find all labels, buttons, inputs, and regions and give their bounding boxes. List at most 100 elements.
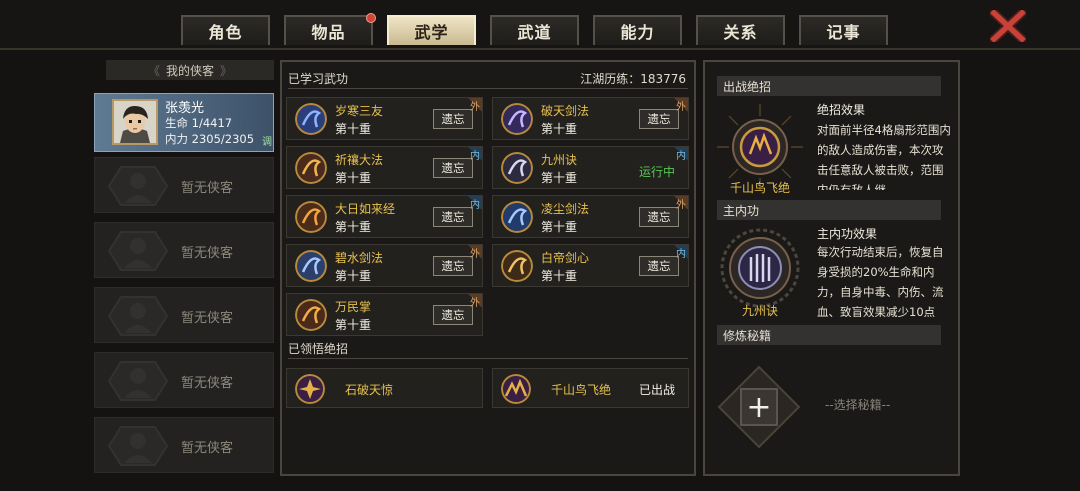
skill-name: 凌尘剑法 — [541, 202, 590, 216]
tab-label: 角色 — [208, 23, 243, 42]
forget-button[interactable]: 遗忘 — [433, 109, 473, 129]
empty-hero-label: 暂无侠客 — [181, 181, 234, 196]
skill-type-tag: 内 — [468, 196, 482, 211]
avatar — [112, 99, 158, 145]
tab-martial-way[interactable]: 武道 — [490, 15, 579, 45]
tab-items[interactable]: 物品 — [284, 13, 376, 45]
skill-level: 第十重 — [541, 171, 578, 185]
adjust-button[interactable]: 调 — [262, 133, 272, 148]
skill-card[interactable]: 破天剑法第十重 遗忘外 — [492, 97, 689, 140]
tab-character[interactable]: 角色 — [181, 15, 270, 45]
cultivation-manual-header: 修炼秘籍 — [717, 325, 941, 345]
close-icon[interactable] — [990, 10, 1026, 42]
skill-level: 第十重 — [335, 122, 372, 136]
plus-icon: + — [746, 390, 771, 425]
qianshanniaofeijue-icon — [501, 374, 531, 404]
ultimate-name: 石破天惊 — [345, 383, 394, 397]
ultimate-name: 千山鸟飞绝 — [551, 383, 612, 397]
ultimate-card[interactable]: 千山鸟飞绝 已出战 — [492, 368, 689, 408]
skill-level: 第十重 — [335, 220, 372, 234]
forget-button[interactable]: 遗忘 — [639, 256, 679, 276]
forget-button[interactable]: 遗忘 — [433, 207, 473, 227]
ultimate-effect-text: 对面前半径4格扇形范围内的敌人造成伤害，本次攻击任意敌人被击败，范围内仍有敌人继 — [817, 123, 951, 190]
skill-name: 祈禳大法 — [335, 153, 384, 167]
skill-name: 九州诀 — [541, 153, 578, 167]
choose-manual-label[interactable]: --选择秘籍-- — [825, 396, 890, 413]
skill-card[interactable]: 九州诀 第十重 运行中 内 — [492, 146, 689, 189]
tab-label: 记事 — [826, 23, 861, 42]
martial-arts-panel: 已学习武功 江湖历练：183776 岁寒三友 第十重 遗忘外破天剑法 第十重 遗忘外祈禳… — [280, 60, 696, 476]
tab-journal[interactable]: 记事 — [799, 15, 888, 45]
skill-level: 第十重 — [335, 171, 372, 185]
forget-button[interactable]: 遗忘 — [433, 256, 473, 276]
skill-icon — [501, 103, 533, 135]
empty-hero-label: 暂无侠客 — [181, 441, 234, 456]
my-heroes-header: 《 我的侠客 》 — [106, 60, 274, 80]
empty-hero-label: 暂无侠客 — [181, 376, 234, 391]
jianghu-experience: 江湖历练：183776 — [580, 72, 686, 86]
empty-hero-silhouette-icon — [107, 166, 169, 206]
empty-hero-silhouette-icon — [107, 296, 169, 336]
tab-label: 武学 — [414, 23, 449, 42]
forget-button[interactable]: 遗忘 — [433, 158, 473, 178]
forget-button[interactable]: 遗忘 — [639, 207, 679, 227]
empty-hero-label: 暂无侠客 — [181, 246, 234, 261]
empty-hero-slot[interactable]: 暂无侠客 — [94, 417, 274, 473]
empty-hero-slot[interactable]: 暂无侠客 — [94, 157, 274, 213]
skill-card[interactable]: 祈禳大法第十重 遗忘内 — [286, 146, 483, 189]
equipped-panel: 出战绝招 千山鸟飞绝 绝招效果 对面前半径4格扇形范围内的敌人造成伤害，本次攻击… — [703, 60, 960, 476]
empty-hero-label: 暂无侠客 — [181, 311, 234, 326]
tab-label: 物品 — [311, 23, 346, 42]
skill-name: 破天剑法 — [541, 104, 590, 118]
skill-level: 第十重 — [335, 269, 372, 283]
empty-hero-slot[interactable]: 暂无侠客 — [94, 222, 274, 278]
skill-level: 第十重 — [541, 220, 578, 234]
my-heroes-label: 我的侠客 — [165, 63, 214, 78]
skill-icon — [295, 299, 327, 331]
ultimate-card[interactable]: 石破天惊 — [286, 368, 483, 408]
skill-icon — [501, 152, 533, 184]
forget-button[interactable]: 遗忘 — [639, 109, 679, 129]
tab-relations[interactable]: 关系 — [696, 15, 785, 45]
skill-card[interactable]: 碧水剑法 第十重 遗忘外 — [286, 244, 483, 287]
skill-type-tag: 外 — [468, 98, 482, 113]
inner-effect-text: 每次行动结束后，恢复自身受损的20%生命和内力，自身中毒、内伤、流血、致盲效果减… — [817, 245, 944, 317]
skill-type-tag: 内 — [468, 147, 482, 162]
empty-hero-silhouette-icon — [107, 426, 169, 466]
tab-martial-arts[interactable]: 武学 — [387, 15, 476, 45]
skill-type-tag: 内 — [674, 245, 688, 260]
ultimate-effect-title: 绝招效果 — [817, 103, 866, 117]
divider — [288, 358, 688, 359]
skill-level: 第十重 — [541, 122, 578, 136]
hero-card[interactable]: 张羡光 生命 1/4417 内力 2305/2305 调 — [94, 93, 274, 152]
shipotianjing-icon — [295, 374, 325, 404]
skill-type-tag: 外 — [674, 98, 688, 113]
hero-life: 生命 1/4417 — [165, 116, 233, 130]
forget-button[interactable]: 遗忘 — [433, 305, 473, 325]
empty-hero-slot[interactable]: 暂无侠客 — [94, 352, 274, 408]
chevron-left-icon: 《 — [147, 63, 160, 78]
skill-icon — [295, 103, 327, 135]
battle-ultimate-name: 千山鸟飞绝 — [729, 181, 790, 195]
ultimates-header: 已领悟绝招 — [288, 342, 349, 356]
tab-label: 关系 — [723, 23, 758, 42]
skill-card[interactable]: 凌尘剑法 第十重 遗忘外 — [492, 195, 689, 238]
manual-slot-button[interactable]: + — [717, 365, 801, 449]
skill-icon — [295, 250, 327, 282]
skill-name: 碧水剑法 — [335, 251, 384, 265]
empty-hero-slot[interactable]: 暂无侠客 — [94, 287, 274, 343]
skill-card[interactable]: 大日如来经 第十重 遗忘内 — [286, 195, 483, 238]
skill-name: 岁寒三友 — [335, 104, 384, 118]
notification-dot-icon — [366, 13, 376, 23]
tab-abilities[interactable]: 能力 — [593, 15, 682, 45]
skill-icon — [501, 201, 533, 233]
skill-card[interactable]: 岁寒三友第十重 遗忘外 — [286, 97, 483, 140]
skill-type-tag: 外 — [468, 294, 482, 309]
skill-card[interactable]: 白帝剑心 第十重 遗忘内 — [492, 244, 689, 287]
chevron-right-icon: 》 — [220, 63, 233, 78]
skill-card[interactable]: 万民掌 第十重 遗忘外 — [286, 293, 483, 336]
skill-icon — [295, 152, 327, 184]
tab-label: 武道 — [517, 23, 552, 42]
jiuzhoujue-medal-icon[interactable] — [719, 227, 801, 309]
skill-name: 白帝剑心 — [541, 251, 590, 265]
